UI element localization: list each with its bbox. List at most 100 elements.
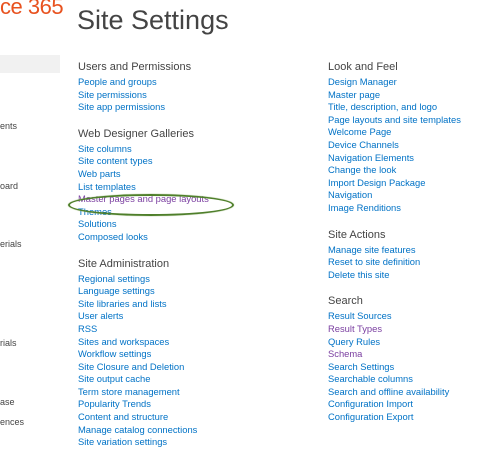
link-configuration-import[interactable]: Configuration Import bbox=[328, 398, 498, 411]
list-item: Site Closure and Deletion bbox=[78, 361, 288, 374]
link-navigation[interactable]: Navigation bbox=[328, 189, 498, 202]
list-item: Device Channels bbox=[328, 139, 498, 152]
nav-item-ences[interactable]: ences bbox=[0, 417, 24, 427]
link-list: Manage site features Reset to site defini… bbox=[328, 244, 498, 282]
settings-column-right: Look and Feel Design Manager Master page Ti… bbox=[328, 60, 498, 437]
link-term-store-management[interactable]: Term store management bbox=[78, 386, 288, 399]
list-item: Navigation Elements bbox=[328, 152, 498, 165]
list-item: Content and structure bbox=[78, 411, 288, 424]
link-regional-settings[interactable]: Regional settings bbox=[78, 273, 288, 286]
link-import-design-package[interactable]: Import Design Package bbox=[328, 177, 498, 190]
list-item: Solutions bbox=[78, 218, 288, 231]
link-master-pages-and-page-layouts[interactable]: Master pages and page layouts bbox=[78, 193, 288, 206]
link-content-and-structure[interactable]: Content and structure bbox=[78, 411, 288, 424]
link-query-rules[interactable]: Query Rules bbox=[328, 336, 498, 349]
link-rss[interactable]: RSS bbox=[78, 323, 288, 336]
link-page-layouts-and-site-templates[interactable]: Page layouts and site templates bbox=[328, 114, 498, 127]
list-item: Web parts bbox=[78, 168, 288, 181]
link-result-sources[interactable]: Result Sources bbox=[328, 310, 498, 323]
list-item: Change the look bbox=[328, 164, 498, 177]
link-master-page[interactable]: Master page bbox=[328, 89, 498, 102]
list-item: Configuration Export bbox=[328, 411, 498, 424]
list-item: Searchable columns bbox=[328, 373, 498, 386]
link-sites-and-workspaces[interactable]: Sites and workspaces bbox=[78, 336, 288, 349]
list-item: Composed looks bbox=[78, 231, 288, 244]
link-delete-this-site[interactable]: Delete this site bbox=[328, 269, 498, 282]
link-site-permissions[interactable]: Site permissions bbox=[78, 89, 288, 102]
nav-item-rials-2[interactable]: rials bbox=[0, 338, 17, 348]
section-search: Search Result Sources Result Types Query Ru… bbox=[328, 294, 498, 423]
link-site-closure-and-deletion[interactable]: Site Closure and Deletion bbox=[78, 361, 288, 374]
list-item: Sites and workspaces bbox=[78, 336, 288, 349]
link-manage-site-features[interactable]: Manage site features bbox=[328, 244, 498, 257]
link-result-types[interactable]: Result Types bbox=[328, 323, 498, 336]
list-item: Query Rules bbox=[328, 336, 498, 349]
link-site-libraries-and-lists[interactable]: Site libraries and lists bbox=[78, 298, 288, 311]
settings-column-left: Users and Permissions People and groups Si… bbox=[78, 60, 288, 462]
link-navigation-elements[interactable]: Navigation Elements bbox=[328, 152, 498, 165]
link-people-and-groups[interactable]: People and groups bbox=[78, 76, 288, 89]
link-schema[interactable]: Schema bbox=[328, 348, 498, 361]
list-item: Site columns bbox=[78, 143, 288, 156]
link-design-manager[interactable]: Design Manager bbox=[328, 76, 498, 89]
list-item: Site permissions bbox=[78, 89, 288, 102]
section-heading: Web Designer Galleries bbox=[78, 127, 194, 140]
list-item: Themes bbox=[78, 206, 288, 219]
link-searchable-columns[interactable]: Searchable columns bbox=[328, 373, 498, 386]
list-item: Site content types bbox=[78, 155, 288, 168]
nav-search-box[interactable] bbox=[0, 55, 60, 73]
link-search-settings[interactable]: Search Settings bbox=[328, 361, 498, 374]
section-heading: Site Administration bbox=[78, 257, 170, 270]
list-item: Term store management bbox=[78, 386, 288, 399]
link-site-content-types[interactable]: Site content types bbox=[78, 155, 288, 168]
nav-item-erials-1[interactable]: erials bbox=[0, 239, 22, 249]
link-list: Site columns Site content types Web parts L… bbox=[78, 143, 288, 244]
link-manage-catalog-connections[interactable]: Manage catalog connections bbox=[78, 424, 288, 437]
link-site-variation-settings[interactable]: Site variation settings bbox=[78, 436, 288, 449]
link-themes[interactable]: Themes bbox=[78, 206, 288, 219]
section-heading: Site Actions bbox=[328, 228, 386, 241]
link-site-columns[interactable]: Site columns bbox=[78, 143, 288, 156]
link-language-settings[interactable]: Language settings bbox=[78, 285, 288, 298]
list-item: Search and offline availability bbox=[328, 386, 498, 399]
list-item: Site libraries and lists bbox=[78, 298, 288, 311]
section-users-and-permissions: Users and Permissions People and groups Si… bbox=[78, 60, 288, 114]
link-web-parts[interactable]: Web parts bbox=[78, 168, 288, 181]
list-item: Search Settings bbox=[328, 361, 498, 374]
nav-item-ents[interactable]: ents bbox=[0, 121, 17, 131]
link-list: Result Sources Result Types Query Rules Sch… bbox=[328, 310, 498, 423]
link-list-templates[interactable]: List templates bbox=[78, 181, 288, 194]
link-search-and-offline-availability[interactable]: Search and offline availability bbox=[328, 386, 498, 399]
list-item: Site variation settings bbox=[78, 436, 288, 449]
link-site-app-permissions[interactable]: Site app permissions bbox=[78, 101, 288, 114]
list-item: Title, description, and logo bbox=[328, 101, 498, 114]
link-welcome-page[interactable]: Welcome Page bbox=[328, 126, 498, 139]
link-popularity-trends[interactable]: Popularity Trends bbox=[78, 398, 288, 411]
left-navigation: ents oard erials rials ase ences bbox=[0, 0, 60, 459]
link-reset-to-site-definition[interactable]: Reset to site definition bbox=[328, 256, 498, 269]
section-heading: Users and Permissions bbox=[78, 61, 192, 73]
link-list: People and groups Site permissions Site ap… bbox=[78, 76, 288, 114]
link-solutions[interactable]: Solutions bbox=[78, 218, 288, 231]
list-item: Image Renditions bbox=[328, 202, 498, 215]
link-composed-looks[interactable]: Composed looks bbox=[78, 231, 288, 244]
list-item: Reset to site definition bbox=[328, 256, 498, 269]
nav-item-oard[interactable]: oard bbox=[0, 181, 18, 191]
list-item: Master page bbox=[328, 89, 498, 102]
link-image-renditions[interactable]: Image Renditions bbox=[328, 202, 498, 215]
section-heading: Search bbox=[328, 295, 363, 308]
list-item: Welcome Page bbox=[328, 126, 498, 139]
link-change-the-look[interactable]: Change the look bbox=[328, 164, 498, 177]
list-item: Master pages and page layouts bbox=[78, 193, 288, 206]
list-item: Regional settings bbox=[78, 273, 288, 286]
link-device-channels[interactable]: Device Channels bbox=[328, 139, 498, 152]
link-title-description-and-logo[interactable]: Title, description, and logo bbox=[328, 101, 498, 114]
link-workflow-settings[interactable]: Workflow settings bbox=[78, 348, 288, 361]
link-configuration-export[interactable]: Configuration Export bbox=[328, 411, 498, 424]
list-item: Manage site features bbox=[328, 244, 498, 257]
list-item: Design Manager bbox=[328, 76, 498, 89]
link-user-alerts[interactable]: User alerts bbox=[78, 310, 288, 323]
nav-item-ase[interactable]: ase bbox=[0, 397, 15, 407]
list-item: Site output cache bbox=[78, 373, 288, 386]
link-site-output-cache[interactable]: Site output cache bbox=[78, 373, 288, 386]
